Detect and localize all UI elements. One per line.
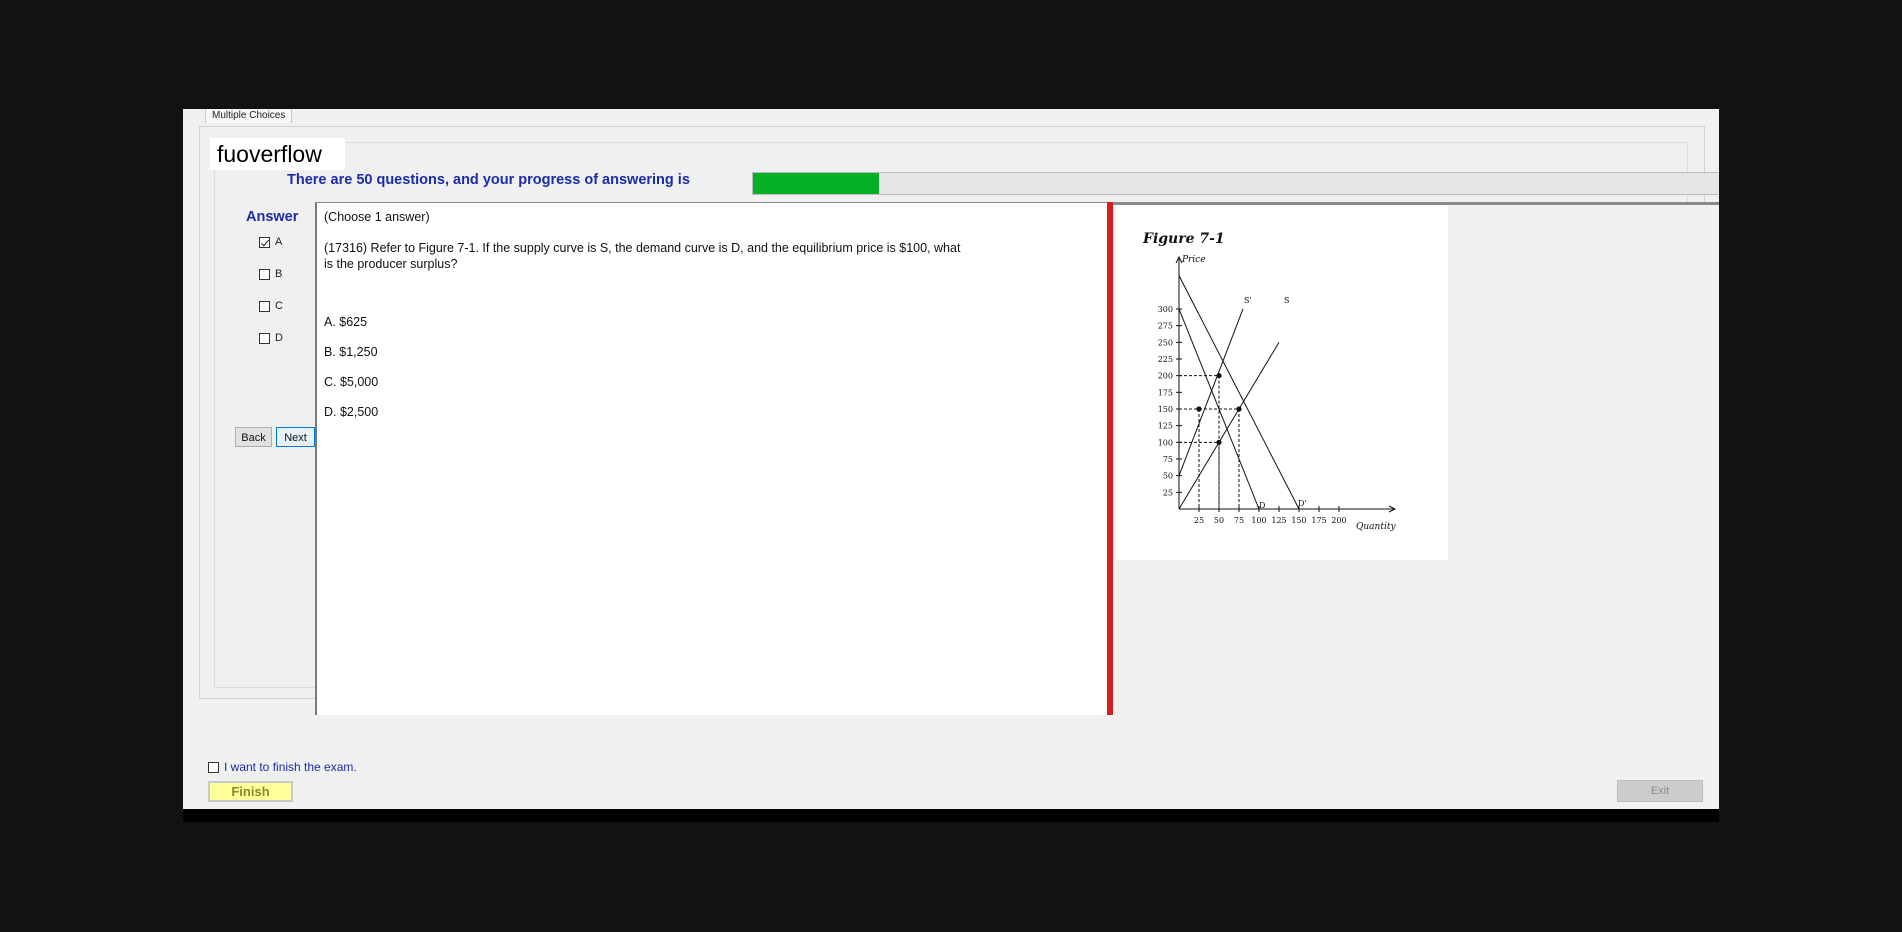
- progress-label: There are 50 questions, and your progres…: [287, 172, 690, 188]
- multiple-choices-panel: fuoverflow There are 50 questions, and y…: [199, 126, 1719, 717]
- y-tick-label: 175: [1158, 388, 1173, 397]
- x-tick-label: 175: [1311, 516, 1326, 525]
- x-tick-label: 25: [1194, 516, 1204, 525]
- finish-button[interactable]: Finish: [208, 781, 293, 802]
- y-tick-label: 25: [1163, 488, 1173, 497]
- y-tick-label: 275: [1158, 322, 1173, 331]
- x-tick-label: 75: [1234, 516, 1244, 525]
- x-axis-label: Quantity: [1356, 522, 1396, 532]
- y-axis-label: Price: [1181, 255, 1206, 265]
- y-tick-label: 100: [1158, 438, 1173, 447]
- answer-checkbox-d[interactable]: [259, 332, 270, 344]
- next-button[interactable]: Next: [276, 427, 315, 447]
- answer-option-label: C: [275, 300, 283, 312]
- watermark: fuoverflow: [210, 138, 345, 170]
- y-tick-label: 250: [1158, 338, 1173, 347]
- question-panel: There are 50 questions, and your progres…: [214, 142, 1719, 717]
- answer-checkbox-a[interactable]: [259, 236, 270, 248]
- y-tick-label: 150: [1158, 405, 1173, 414]
- choice-a: A. $625: [324, 315, 368, 329]
- equilibrium-point: [1216, 373, 1222, 379]
- exam-window: Multiple Choices fuoverflow There are 50…: [183, 109, 1719, 809]
- finish-exam-checkbox[interactable]: [208, 761, 219, 773]
- answer-option-a[interactable]: A: [259, 236, 282, 248]
- x-tick-label: 50: [1214, 516, 1224, 525]
- x-tick-label: 200: [1331, 516, 1346, 525]
- answer-checkbox-b[interactable]: [259, 268, 270, 280]
- curve-label-s-prime: S': [1244, 296, 1252, 305]
- answer-option-c[interactable]: C: [259, 300, 283, 312]
- curve-label-d: D: [1259, 501, 1265, 510]
- answer-title: Answer: [246, 209, 299, 225]
- curve-label-d-prime: D': [1298, 499, 1307, 508]
- back-button[interactable]: Back: [235, 427, 272, 447]
- question-text-box: (Choose 1 answer) (17316) Refer to Figur…: [315, 202, 1109, 715]
- equilibrium-point: [1196, 406, 1202, 412]
- equilibrium-point: [1236, 406, 1242, 412]
- y-tick-label: 125: [1158, 422, 1173, 431]
- answer-checkbox-c[interactable]: [259, 300, 270, 312]
- exit-button[interactable]: Exit: [1617, 780, 1703, 802]
- y-tick-label: 225: [1158, 355, 1173, 364]
- y-tick-label: 200: [1158, 372, 1173, 381]
- x-tick-label: 125: [1271, 516, 1286, 525]
- figure-pane: Figure 7-1 Price Quantity 300 275 250 225 20…: [1113, 202, 1719, 717]
- window-bottom-edge: [183, 809, 1719, 822]
- y-tick-label: 300: [1158, 305, 1173, 314]
- choice-c: C. $5,000: [324, 375, 379, 389]
- y-tick-label: 50: [1163, 472, 1173, 481]
- x-tick-label: 150: [1291, 516, 1306, 525]
- question-instruction: (Choose 1 answer): [324, 210, 430, 224]
- y-tick-label: 75: [1163, 455, 1173, 464]
- tab-multiple-choices[interactable]: Multiple Choices: [205, 109, 293, 123]
- choice-b: B. $1,250: [324, 345, 378, 359]
- figure-title: Figure 7-1: [1142, 231, 1225, 247]
- curve-label-s: S: [1284, 296, 1289, 305]
- progress-fill: [753, 173, 879, 194]
- answer-option-b[interactable]: B: [259, 268, 282, 280]
- choice-d: D. $2,500: [324, 405, 379, 419]
- supply-demand-figure: Figure 7-1 Price Quantity 300 275 250 225 20…: [1142, 231, 1396, 532]
- answer-option-label: A: [275, 236, 283, 248]
- finish-exam-label: I want to finish the exam.: [224, 760, 357, 774]
- figure-image: Figure 7-1 Price Quantity 300 275 250 225 20…: [1116, 205, 1448, 560]
- answer-option-label: D: [275, 332, 283, 344]
- answer-option-label: B: [275, 268, 283, 280]
- supply-curve-s: [1178, 342, 1280, 510]
- question-text: (17316) Refer to Figure 7-1. If the supp…: [324, 241, 961, 271]
- answer-option-d[interactable]: D: [259, 332, 283, 344]
- finish-exam-checkbox-row[interactable]: I want to finish the exam.: [208, 760, 357, 774]
- x-tick-label: 100: [1251, 516, 1266, 525]
- progress-bar: [752, 172, 1719, 195]
- equilibrium-point: [1216, 439, 1222, 445]
